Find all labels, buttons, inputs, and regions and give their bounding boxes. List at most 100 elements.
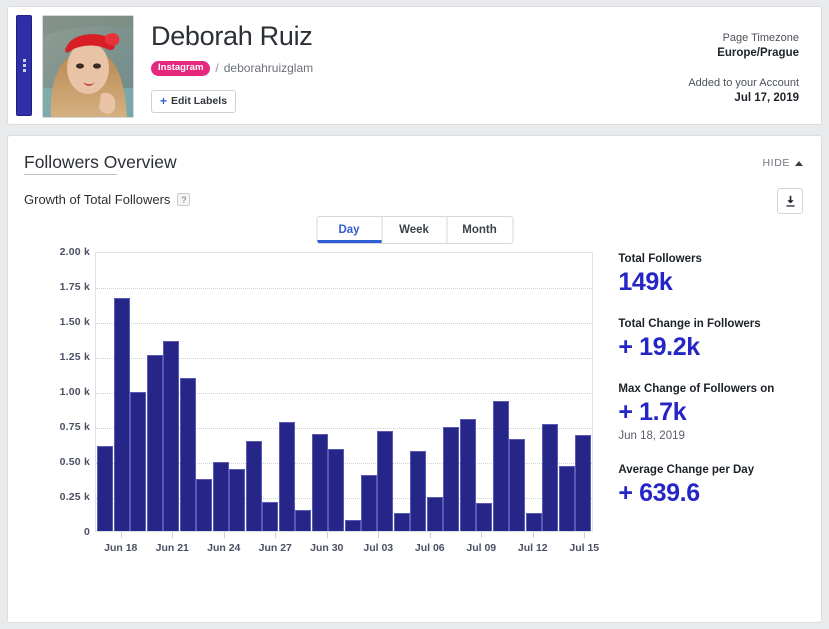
bar[interactable] [97, 446, 114, 531]
bar[interactable] [179, 377, 196, 531]
bar[interactable] [542, 423, 559, 531]
bar[interactable] [476, 503, 493, 531]
added-label: Added to your Account [688, 77, 799, 89]
x-axis-label: Jun 27 [258, 542, 292, 554]
bar[interactable] [360, 475, 377, 531]
bar[interactable] [212, 462, 229, 531]
bar[interactable] [344, 520, 361, 531]
bar-slot[interactable] [278, 253, 295, 531]
handle-separator: / [215, 61, 219, 76]
bar-slot[interactable] [393, 253, 410, 531]
bar[interactable] [245, 441, 262, 531]
bar-slot[interactable] [525, 253, 542, 531]
bar-slot[interactable] [130, 253, 147, 531]
bar[interactable] [377, 431, 394, 531]
bar-slot[interactable] [443, 253, 460, 531]
timezone-label: Page Timezone [722, 32, 799, 44]
bar-slot[interactable] [410, 253, 427, 531]
bar-slot[interactable] [542, 253, 559, 531]
bar-slot[interactable] [262, 253, 279, 531]
bar-slot[interactable] [509, 253, 526, 531]
help-icon[interactable]: ? [177, 193, 191, 206]
bar[interactable] [410, 450, 427, 531]
card-drag-handle[interactable] [16, 15, 32, 116]
grip-icon [22, 59, 26, 72]
bar-slot[interactable] [344, 253, 361, 531]
bar[interactable] [295, 509, 312, 531]
bar[interactable] [262, 502, 279, 531]
bar-slot[interactable] [377, 253, 394, 531]
bar-slot[interactable] [229, 253, 246, 531]
bar-slot[interactable] [476, 253, 493, 531]
edit-labels-button[interactable]: + Edit Labels [151, 89, 237, 113]
x-axis-label: Jul 15 [569, 542, 600, 554]
stat-value: + 19.2k [618, 333, 700, 361]
bar[interactable] [146, 354, 163, 531]
bar[interactable] [443, 427, 460, 531]
bar-slot[interactable] [558, 253, 575, 531]
bar-slot[interactable] [113, 253, 130, 531]
section-title: Followers Overview [24, 152, 177, 175]
bar[interactable] [328, 449, 345, 531]
bar-slot[interactable] [360, 253, 377, 531]
followers-overview-card: Followers Overview HIDE Growth of Total … [7, 135, 822, 623]
bar[interactable] [575, 434, 592, 531]
bar[interactable] [558, 465, 575, 531]
bar[interactable] [113, 298, 130, 531]
avatar-image [43, 16, 133, 117]
bar[interactable] [196, 478, 213, 531]
x-axis-label: Jun 18 [104, 542, 138, 554]
tab-month[interactable]: Month [447, 217, 512, 243]
x-axis-label: Jun 30 [310, 542, 344, 554]
bar[interactable] [163, 340, 180, 531]
bar[interactable] [525, 513, 542, 531]
bar-slot[interactable] [459, 253, 476, 531]
bar-slot[interactable] [311, 253, 328, 531]
bar[interactable] [311, 433, 328, 531]
stats-panel: Total Followers 149k Total Change in Follo… [593, 247, 803, 567]
chart-and-stats: 0 0.25 k 0.50 k 0.75 k 1.00 k 1.25 k 1.50 k 1.7… [24, 246, 803, 567]
bar-slot[interactable] [212, 253, 229, 531]
bar[interactable] [130, 391, 147, 531]
bar[interactable] [459, 419, 476, 531]
tab-day[interactable]: Day [317, 217, 382, 243]
x-axis-tick [275, 532, 277, 538]
bar[interactable] [492, 400, 509, 531]
hide-section-button[interactable]: HIDE [763, 152, 803, 169]
y-axis-label: 2.00 k [59, 246, 90, 258]
avatar [42, 15, 134, 118]
stat-title: Total Followers [618, 253, 702, 265]
bar[interactable] [229, 468, 246, 531]
y-axis-label: 1.00 k [59, 386, 90, 398]
bar-slot[interactable] [179, 253, 196, 531]
bar-slot[interactable] [163, 253, 180, 531]
stat-value: + 1.7k [618, 398, 687, 426]
bar-slot[interactable] [328, 253, 345, 531]
bar-slot[interactable] [492, 253, 509, 531]
download-button[interactable] [777, 188, 803, 214]
granularity-tabs[interactable]: Day Week Month [316, 216, 513, 244]
x-axis-tick [378, 532, 380, 538]
chevron-up-icon [795, 160, 803, 166]
bar-slot[interactable] [146, 253, 163, 531]
bar-slot[interactable] [97, 253, 114, 531]
bar[interactable] [509, 439, 526, 531]
bar[interactable] [426, 497, 443, 531]
stat-value: 149k [618, 268, 673, 296]
bar[interactable] [278, 422, 295, 531]
x-axis-tick [120, 532, 122, 538]
bar-slot[interactable] [426, 253, 443, 531]
app-root: Deborah Ruiz Instagram / deborahruizglam… [0, 0, 829, 629]
profile-meta: Page Timezone Europe/Prague Added to you… [688, 15, 811, 116]
handle-row: Instagram / deborahruizglam [151, 61, 688, 76]
x-axis-tick [532, 532, 534, 538]
bar-slot[interactable] [245, 253, 262, 531]
stat-block: Max Change of Followers on + 1.7k Jun 18, … [618, 381, 803, 444]
timezone-value: Europe/Prague [717, 47, 799, 59]
chart-subtitle: Growth of Total Followers [24, 192, 171, 207]
bar-slot[interactable] [575, 253, 592, 531]
bar[interactable] [393, 513, 410, 531]
tab-week[interactable]: Week [382, 217, 447, 243]
bar-slot[interactable] [196, 253, 213, 531]
bar-slot[interactable] [295, 253, 312, 531]
